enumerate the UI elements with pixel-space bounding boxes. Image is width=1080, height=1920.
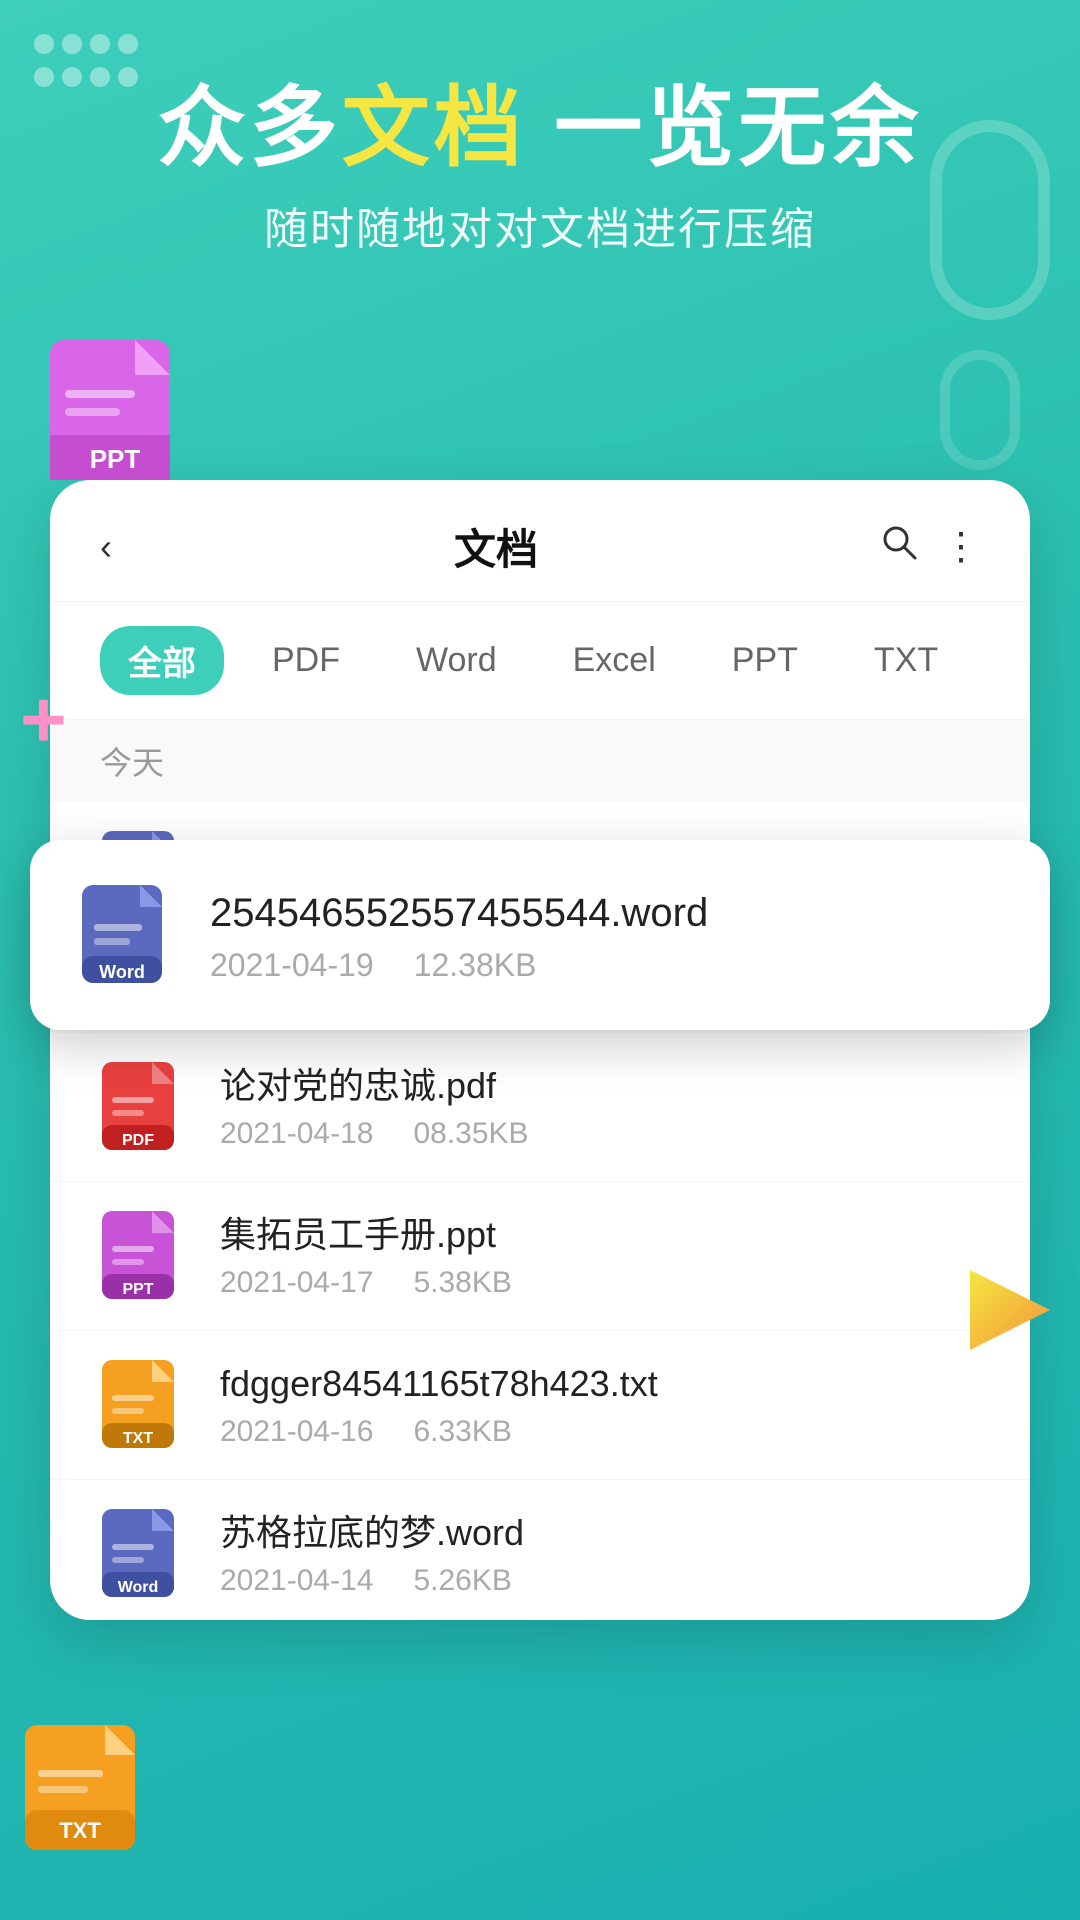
svg-text:Word: Word [99, 962, 145, 982]
filter-tabs: 全部 PDF Word Excel PPT TXT [50, 602, 1030, 720]
file-item-txt[interactable]: TXT fdgger84541165t78h423.txt 2021-04-16… [50, 1331, 1030, 1480]
file-meta-pdf: 2021-04-18 08.35KB [220, 1117, 980, 1151]
file-name-pdf: 论对党的忠诚.pdf [220, 1063, 980, 1110]
svg-text:PPT: PPT [122, 1281, 153, 1298]
back-button[interactable]: ‹ [100, 526, 112, 568]
file-date-txt: 2021-04-16 [220, 1415, 373, 1449]
popup-file-info: 254546552557455544.word 2021-04-19 12.38… [210, 887, 708, 984]
title-area: 众多文档 一览无余 随时随地对对文档进行压缩 [0, 0, 1080, 277]
svg-text:Word: Word [118, 1579, 159, 1596]
popup-file-icon: Word [80, 880, 180, 990]
svg-text:TXT: TXT [59, 1818, 101, 1843]
section-today: 今天 [50, 720, 1030, 802]
file-popup-card[interactable]: Word 254546552557455544.word 2021-04-19 … [30, 840, 1050, 1030]
file-meta-word2: 2021-04-14 5.26KB [220, 1564, 980, 1598]
file-info-txt: fdgger84541165t78h423.txt 2021-04-16 6.3… [220, 1361, 980, 1450]
file-meta-ppt: 2021-04-17 5.38KB [220, 1266, 980, 1300]
svg-text:PPT: PPT [90, 444, 141, 474]
file-info-ppt: 集拓员工手册.ppt 2021-04-17 5.38KB [220, 1212, 980, 1301]
file-size-txt: 6.33KB [413, 1415, 511, 1449]
header-icons: ⋮ [880, 523, 980, 571]
filter-tab-all[interactable]: 全部 [100, 626, 224, 695]
subtitle: 随时随地对对文档进行压缩 [60, 193, 1020, 257]
file-info-word2: 苏格拉底的梦.word 2021-04-14 5.26KB [220, 1510, 980, 1599]
file-date-word2: 2021-04-14 [220, 1564, 373, 1598]
file-icon-word2: Word [100, 1504, 190, 1604]
file-icon-pdf: PDF [100, 1057, 190, 1157]
file-size-ppt: 5.38KB [413, 1266, 511, 1300]
decorative-ring-2 [940, 350, 1020, 470]
svg-text:TXT: TXT [123, 1430, 153, 1447]
filter-tab-pdf[interactable]: PDF [244, 631, 368, 690]
title-highlight: 文档 [342, 78, 526, 177]
file-info-pdf: 论对党的忠诚.pdf 2021-04-18 08.35KB [220, 1063, 980, 1152]
svg-text:PDF: PDF [122, 1132, 154, 1149]
filter-tab-excel[interactable]: Excel [545, 631, 684, 690]
popup-file-date: 2021-04-19 [210, 947, 374, 984]
file-date-pdf: 2021-04-18 [220, 1117, 373, 1151]
floating-txt-icon: TXT [20, 1710, 150, 1860]
file-icon-txt: TXT [100, 1355, 190, 1455]
file-size-pdf: 08.35KB [413, 1117, 528, 1151]
file-name-ppt: 集拓员工手册.ppt [220, 1212, 980, 1259]
file-item-ppt[interactable]: PPT 集拓员工手册.ppt 2021-04-17 5.38KB [50, 1182, 1030, 1331]
popup-file-size: 12.38KB [414, 947, 537, 984]
file-item-pdf[interactable]: PDF 论对党的忠诚.pdf 2021-04-18 08.35KB [50, 1033, 1030, 1182]
main-card: ‹ 文档 ⋮ 全部 PDF Word Excel PPT TXT 今天 [50, 480, 1030, 1620]
file-name-txt: fdgger84541165t78h423.txt [220, 1361, 980, 1408]
main-title: 众多文档 一览无余 [60, 80, 1020, 177]
popup-file-name: 254546552557455544.word [210, 887, 708, 939]
file-item-word2[interactable]: Word 苏格拉底的梦.word 2021-04-14 5.26KB [50, 1480, 1030, 1620]
card-title: 文档 [454, 516, 538, 577]
file-date-ppt: 2021-04-17 [220, 1266, 373, 1300]
filter-tab-ppt[interactable]: PPT [704, 631, 826, 690]
file-size-word2: 5.26KB [413, 1564, 511, 1598]
floating-play-decoration [960, 1260, 1060, 1360]
file-name-word2: 苏格拉底的梦.word [220, 1510, 980, 1557]
more-icon[interactable]: ⋮ [942, 524, 980, 569]
file-meta-txt: 2021-04-16 6.33KB [220, 1415, 980, 1449]
filter-tab-word[interactable]: Word [388, 631, 525, 690]
floating-plus-decoration: + [20, 680, 67, 760]
filter-tab-txt[interactable]: TXT [846, 631, 966, 690]
floating-ppt-icon: PPT [40, 320, 200, 500]
file-icon-ppt: PPT [100, 1206, 190, 1306]
search-icon[interactable] [880, 523, 918, 571]
popup-file-meta: 2021-04-19 12.38KB [210, 947, 708, 984]
